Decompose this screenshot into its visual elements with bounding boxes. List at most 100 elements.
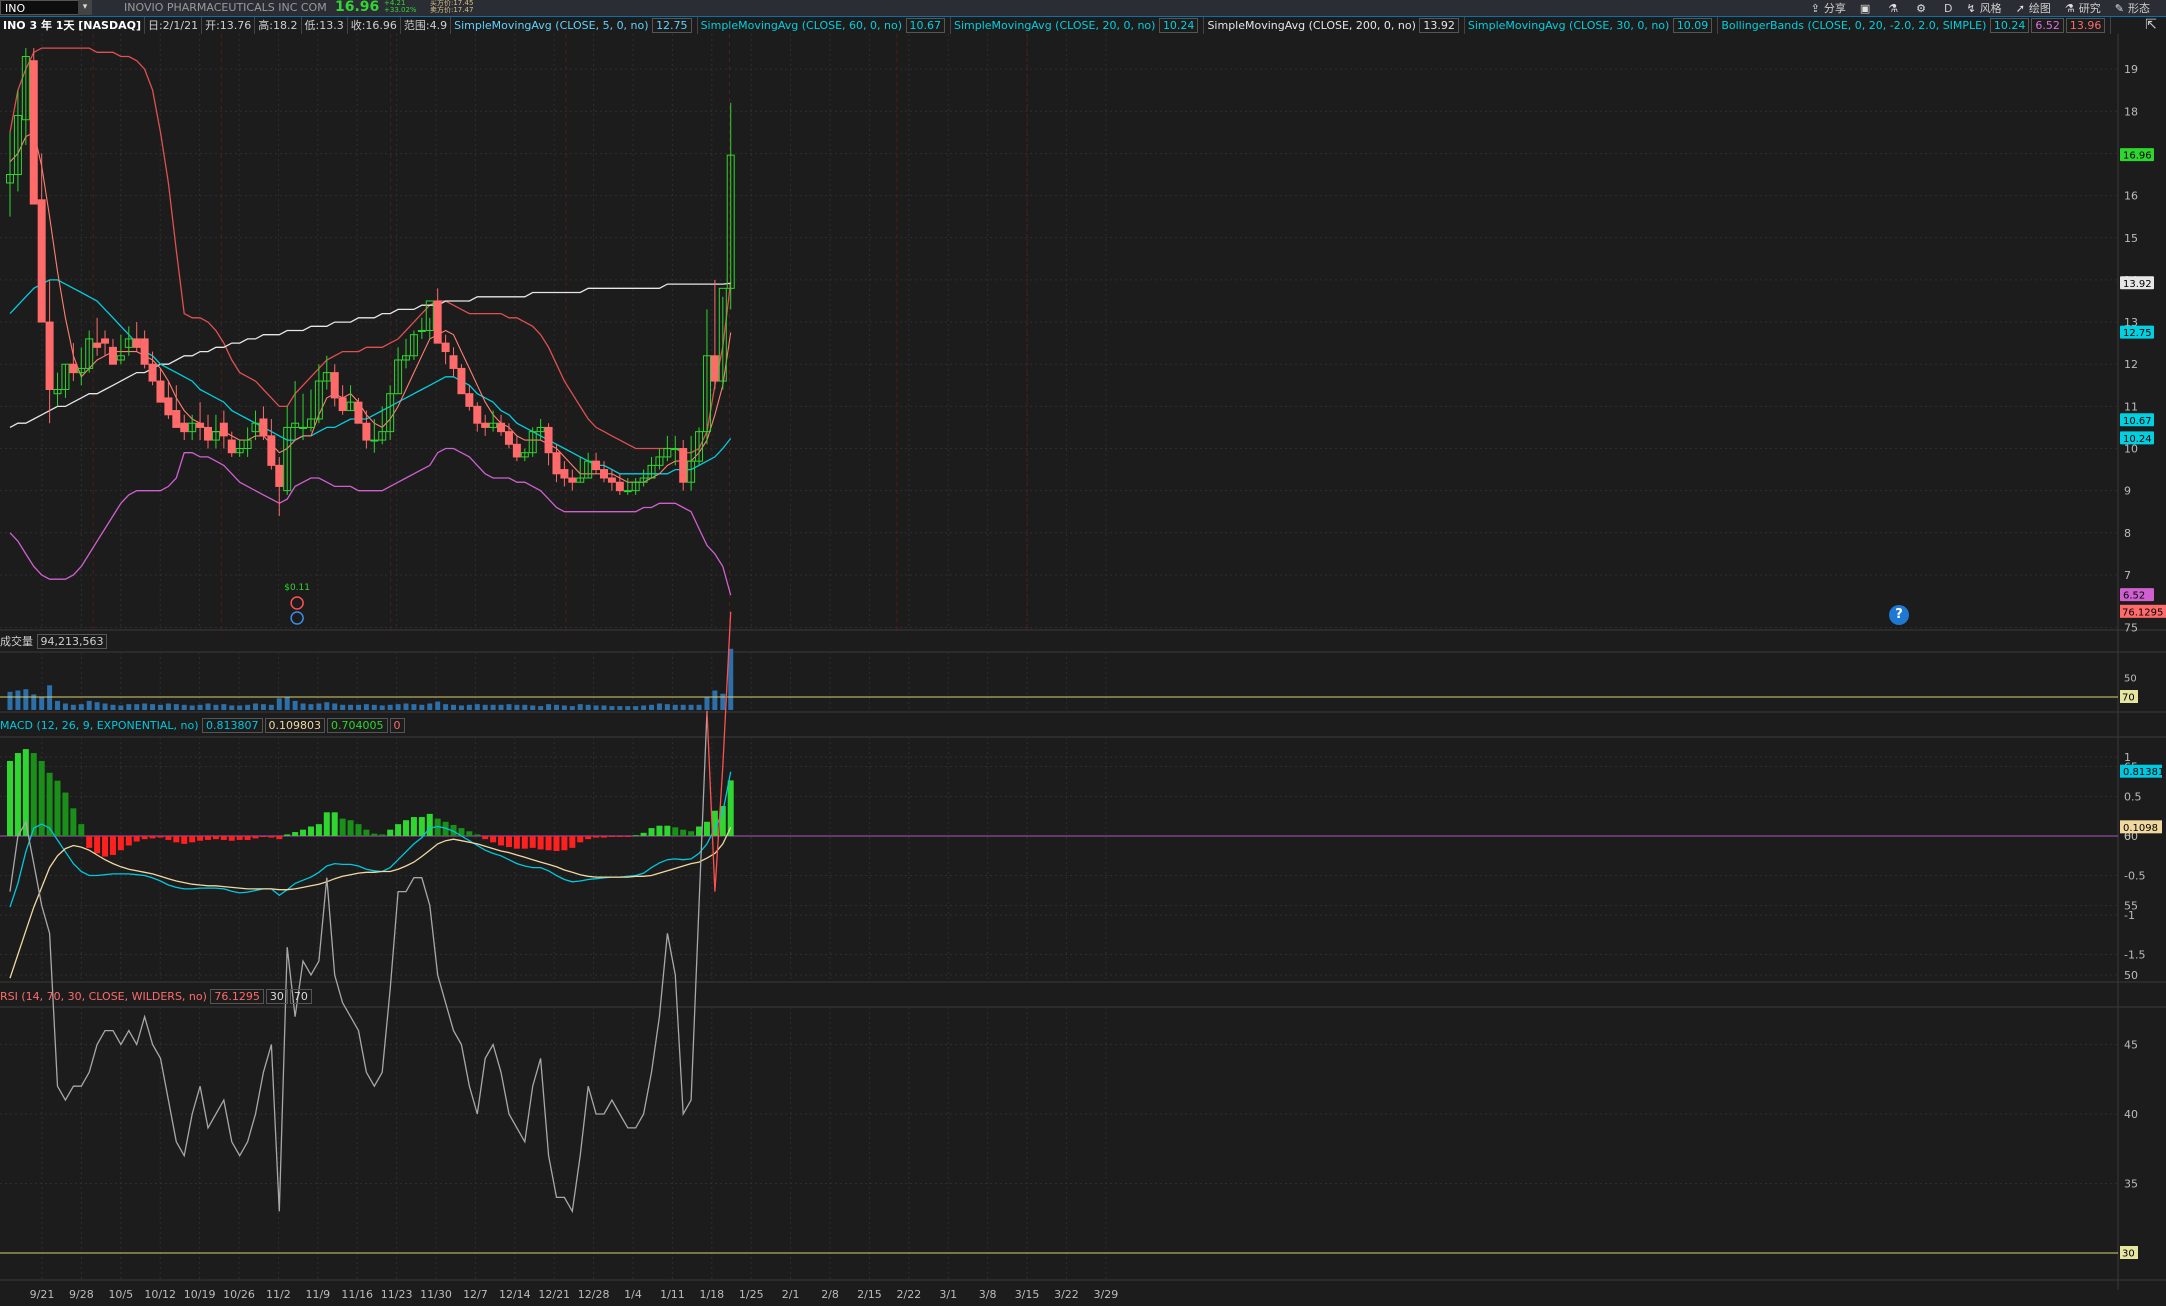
last-price: 16.96 — [335, 0, 380, 15]
candle-body — [592, 460, 601, 471]
macd-histogram-bar — [78, 824, 85, 836]
macd-histogram-bar — [537, 836, 544, 850]
x-axis-label: 11/30 — [420, 1288, 452, 1301]
volume-bar — [585, 704, 591, 710]
macd-histogram-bar — [363, 829, 370, 836]
macd-histogram-bar — [236, 836, 243, 840]
study-sma60[interactable]: SimpleMovingAvg (CLOSE, 60, 0, no) 10.67 — [698, 17, 951, 34]
macd-histogram-bar — [189, 836, 196, 843]
x-axis-label: 10/26 — [223, 1288, 255, 1301]
flask-icon: ⚗ — [1888, 1, 1899, 15]
candle-body — [204, 426, 212, 441]
volume-bar — [601, 705, 607, 710]
volume-bar — [617, 706, 623, 710]
study-bollinger[interactable]: BollingerBands (CLOSE, 0, 20, -2.0, 2.0,… — [1718, 17, 2112, 34]
price-axis-label: 7 — [2124, 569, 2131, 582]
macd-histogram-bar — [601, 836, 607, 838]
volume-bar — [332, 703, 338, 710]
macd-histogram-bar — [292, 832, 299, 836]
macd-histogram-bar — [545, 836, 552, 851]
macd-histogram-bar — [197, 836, 204, 841]
x-axis-label: 10/5 — [108, 1288, 133, 1301]
study-legend: INO 3 年 1天 [NASDAQ] 日:2/1/21 开:13.76 高:18.2… — [0, 17, 2112, 34]
x-axis-label: 1/4 — [624, 1288, 642, 1301]
volume-bar — [300, 703, 306, 710]
macd-histogram-bar — [696, 826, 703, 836]
candle-body — [441, 342, 450, 353]
macd-histogram-bar — [157, 836, 164, 838]
candle-body — [172, 410, 181, 428]
candle-body — [568, 477, 577, 483]
expand-icon[interactable]: ⇱ — [2136, 17, 2166, 37]
candle-body — [69, 363, 78, 374]
study-sma5[interactable]: SimpleMovingAvg (CLOSE, 5, 0, no) 12.75 — [451, 17, 698, 34]
macd-histogram-bar — [86, 836, 93, 848]
volume-bar — [561, 705, 567, 710]
x-axis-label: 2/15 — [857, 1288, 882, 1301]
macd-histogram-bar — [593, 836, 600, 838]
price-axis-label: 8 — [2124, 527, 2131, 540]
macd-histogram-bar — [688, 831, 695, 836]
volume-bar — [189, 705, 195, 710]
volume-bar — [142, 703, 148, 710]
share-button[interactable]: ⇪ 分享 — [1811, 0, 1846, 16]
chart-canvas[interactable]: 9/21 9/28 10/5 10/12 10/19 10/26 11/2 11/9 11/16… — [0, 0, 2166, 1306]
volume-bar — [672, 704, 678, 710]
chart-period[interactable]: INO 3 年 1天 [NASDAQ] — [0, 17, 145, 34]
volume-bar — [395, 704, 401, 710]
volume-bar — [70, 704, 76, 710]
window-button[interactable]: ▣ — [1860, 2, 1874, 15]
macd-histogram-bar — [640, 832, 647, 836]
macd-histogram-bar — [608, 836, 615, 837]
study-sma20[interactable]: SimpleMovingAvg (CLOSE, 20, 0, no) 10.24 — [951, 17, 1205, 34]
candle-body — [504, 431, 513, 445]
macd-histogram-bar — [125, 836, 132, 846]
ohlc-low: 低:13.3 — [302, 17, 348, 34]
macd-histogram-bar — [656, 825, 663, 836]
style-button[interactable]: ↯ 风格 — [1966, 0, 2001, 16]
x-axis-label: 3/29 — [1094, 1288, 1119, 1301]
period-button[interactable]: D — [1944, 2, 1952, 15]
volume-bar — [355, 704, 361, 710]
macd-histogram-bar — [426, 813, 433, 836]
rsi-legend[interactable]: RSI (14, 70, 30, CLOSE, WILDERS, no) 76.… — [0, 989, 314, 1004]
volume-bar — [466, 704, 472, 710]
volume-bar — [379, 705, 385, 710]
drawing-button[interactable]: ➚ 绘图 — [2016, 0, 2051, 16]
macd-histogram-bar — [490, 836, 497, 843]
flask-button[interactable]: ⚗ — [1888, 2, 1902, 15]
gear-icon: ⚙ — [1916, 1, 1926, 15]
macd-histogram-bar — [205, 836, 211, 840]
volume-bar — [443, 704, 449, 710]
studies-button[interactable]: ⚗ 研究 — [2065, 0, 2101, 16]
rsi-axis-label: 55 — [2124, 900, 2138, 913]
macd-histogram-bar — [577, 836, 584, 843]
volume-bar — [47, 685, 53, 710]
macd-histogram-bar — [54, 780, 61, 836]
x-axis-label: 11/2 — [266, 1288, 291, 1301]
study-sma30[interactable]: SimpleMovingAvg (CLOSE, 30, 0, no) 10.09 — [1465, 17, 1719, 34]
macd-histogram-bar — [70, 808, 77, 836]
candle-body — [362, 422, 371, 441]
candle-body — [370, 439, 379, 442]
macd-axis-label: -1.5 — [2124, 949, 2145, 962]
chevron-down-icon[interactable]: ▾ — [78, 0, 92, 15]
volume-bar — [245, 704, 251, 710]
rsi-axis-label: 40 — [2124, 1108, 2138, 1121]
price-axis-label: 9 — [2124, 485, 2131, 498]
candle-body — [29, 60, 38, 205]
macd-legend[interactable]: MACD (12, 26, 9, EXPONENTIAL, no) 0.8138… — [0, 718, 407, 733]
study-sma200[interactable]: SimpleMovingAvg (CLOSE, 200, 0, no) 13.9… — [1204, 17, 1465, 34]
volume-bar — [411, 704, 417, 710]
help-icon[interactable]: ? — [1889, 605, 1909, 625]
price-tag-label: 13.92 — [2123, 279, 2152, 290]
x-axis-label: 3/1 — [939, 1288, 957, 1301]
patterns-button[interactable]: ✎ 形态 — [2115, 0, 2150, 16]
candle-body — [417, 329, 426, 332]
volume-bar — [482, 704, 488, 710]
settings-button[interactable]: ⚙ — [1916, 2, 1930, 15]
x-axis-label: 10/12 — [144, 1288, 176, 1301]
volume-bar — [62, 703, 68, 710]
volume-bar — [118, 705, 124, 710]
candle-body — [354, 401, 363, 424]
